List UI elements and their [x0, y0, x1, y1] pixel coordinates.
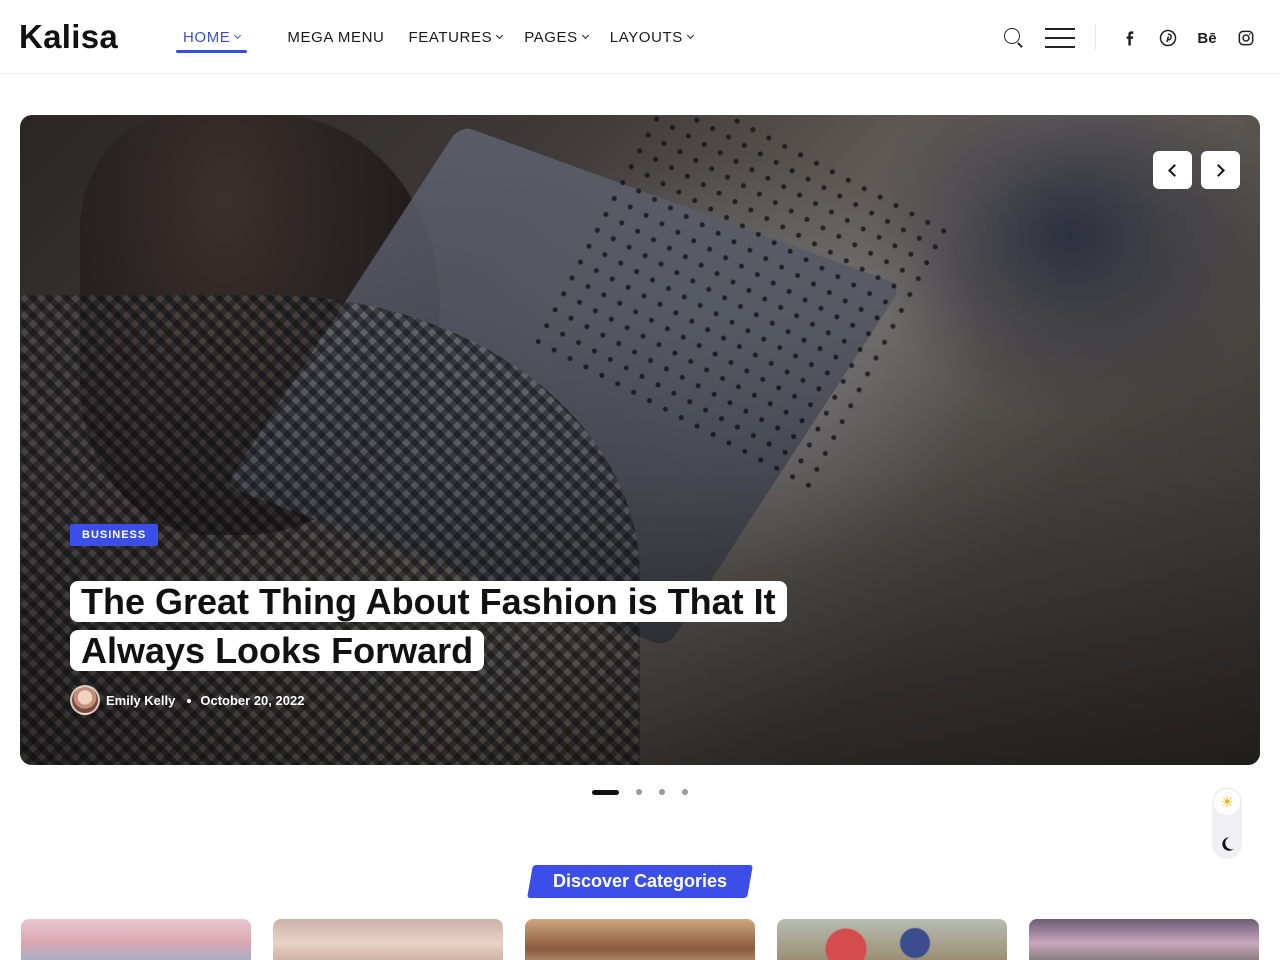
meta-separator [187, 699, 192, 703]
hamburger-menu-icon[interactable] [1045, 28, 1075, 48]
nav-features[interactable]: FEATURES [408, 24, 504, 50]
slider-prev-button[interactable] [1153, 151, 1192, 189]
nav-features-label: FEATURES [408, 28, 493, 46]
nav-layouts[interactable]: LAYOUTS [609, 24, 694, 50]
hero-title[interactable]: The Great Thing About Fashion is That It… [70, 577, 850, 675]
nav-home-label: HOME [183, 28, 231, 46]
author-name[interactable]: Emily Kelly [106, 693, 175, 708]
slider-dot-3[interactable] [659, 789, 665, 795]
pinterest-icon[interactable] [1156, 26, 1180, 50]
nav-mega-menu[interactable]: MEGA MENU [287, 24, 384, 50]
category-card[interactable] [1029, 919, 1259, 960]
category-card[interactable] [21, 919, 251, 960]
chevron-down-icon [581, 31, 589, 39]
behance-icon[interactable]: Bē [1195, 26, 1219, 50]
slider-dot-4[interactable] [682, 789, 688, 795]
post-meta: Emily Kelly October 20, 2022 [70, 685, 304, 715]
nav-layouts-label: LAYOUTS [609, 28, 683, 46]
header-divider [1095, 24, 1096, 50]
nav-mega-menu-label: MEGA MENU [287, 28, 385, 46]
nav-home[interactable]: HOME [176, 24, 248, 53]
hero-title-line2: Always Looks Forward [70, 630, 485, 671]
moon-icon[interactable] [1218, 835, 1236, 853]
slider-next-button[interactable] [1201, 151, 1240, 189]
hero-slider[interactable]: BUSINESS The Great Thing About Fashion i… [20, 115, 1260, 765]
site-header: Kalisa HOME MEGA MENU FEATURES PAGES LAY… [0, 0, 1280, 74]
facebook-icon[interactable] [1118, 26, 1142, 50]
main-nav: HOME MEGA MENU FEATURES PAGES LAYOUTS [176, 24, 715, 53]
avatar[interactable] [70, 685, 100, 715]
chevron-left-icon [1168, 163, 1181, 177]
category-card[interactable] [525, 919, 755, 960]
theme-toggle[interactable]: ☀ [1212, 787, 1242, 859]
sun-icon[interactable]: ☀ [1214, 789, 1240, 815]
instagram-icon[interactable] [1234, 26, 1258, 50]
category-card[interactable] [777, 919, 1007, 960]
chevron-right-icon [1212, 163, 1225, 177]
slider-dot-2[interactable] [636, 789, 642, 795]
chevron-down-icon [234, 31, 242, 39]
nav-pages-label: PAGES [524, 28, 578, 46]
hero-title-line1: The Great Thing About Fashion is That It [70, 581, 787, 622]
site-logo[interactable]: Kalisa [19, 18, 118, 56]
category-badge[interactable]: BUSINESS [70, 524, 159, 546]
chevron-down-icon [686, 31, 694, 39]
slider-pagination [592, 789, 705, 795]
post-date: October 20, 2022 [200, 692, 305, 708]
category-card[interactable] [273, 919, 503, 960]
nav-pages[interactable]: PAGES [524, 24, 589, 50]
discover-categories-title: Discover Categories [552, 871, 728, 891]
search-icon[interactable] [1003, 27, 1023, 48]
chevron-down-icon [496, 31, 504, 39]
slider-dot-1[interactable] [592, 789, 619, 795]
